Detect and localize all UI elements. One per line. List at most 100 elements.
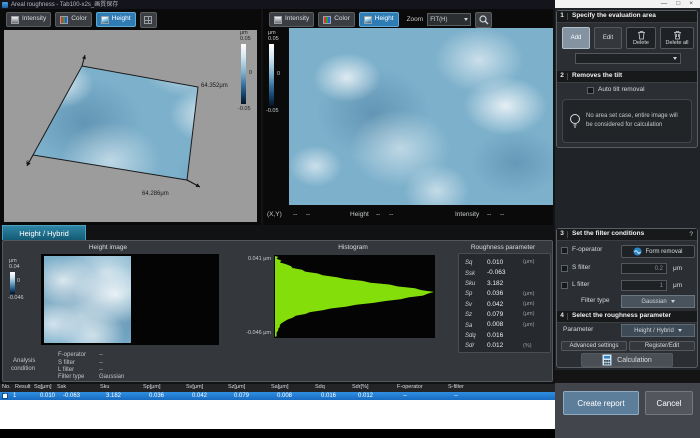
hint-text: No area set case, entire image will be c… — [586, 112, 685, 130]
col-header[interactable]: Sa[μm] — [271, 385, 289, 391]
parameter-dropdown[interactable]: Height / Hybrid — [621, 324, 695, 337]
col-header[interactable]: Result — [15, 385, 31, 391]
axis-label-y: 64.352μm — [201, 83, 228, 89]
param-unit: (μm) — [523, 260, 534, 266]
col-header[interactable]: Sp[μm] — [143, 385, 161, 391]
chevron-down-icon — [464, 18, 468, 21]
histogram-max-label: 0.041 μm — [231, 257, 271, 263]
height-view-button[interactable]: Height — [96, 12, 136, 27]
color-view-button[interactable]: Color — [55, 12, 92, 27]
param-unit: (μm) — [523, 292, 534, 298]
add-area-button[interactable]: Add — [562, 27, 590, 49]
zoom-select[interactable]: FIT(H) — [427, 13, 471, 26]
help-icon[interactable]: ? — [689, 231, 697, 238]
step1-title: Specify the evaluation area — [568, 13, 656, 20]
f-operator-label: F-operator — [572, 247, 602, 254]
surface-3d-view[interactable]: 64.352μm 64.286μm 0 μm 0.05 0 -0.05 — [4, 30, 257, 222]
col-header[interactable]: Sv[μm] — [186, 385, 203, 391]
form-removal-button[interactable]: Form removal — [621, 245, 695, 258]
create-report-button[interactable]: Create report — [563, 391, 639, 415]
form-removal-label: Form removal — [645, 249, 682, 255]
advanced-settings-button[interactable]: Advanced settings — [561, 341, 627, 351]
tab-height-hybrid-label: Height / Hybrid — [19, 229, 69, 238]
colorbar-2d-gradient — [269, 44, 274, 106]
col-header[interactable]: S-filter — [448, 385, 464, 391]
edit-area-button[interactable]: Edit — [594, 27, 622, 49]
area-select-dropdown[interactable] — [575, 53, 681, 64]
height-view-button-2d[interactable]: Height — [359, 12, 399, 27]
s-filter-checkbox[interactable] — [561, 265, 568, 272]
roughness-parameter-box: Sq0.010(μm) Ssk-0.063 Sku3.182 Sp0.036(μ… — [458, 253, 551, 353]
footer-panel: Create report Cancel — [555, 383, 700, 438]
param-name: Sa — [459, 323, 487, 329]
param-value: 0.008 — [487, 322, 523, 329]
display-settings-button[interactable] — [140, 12, 157, 28]
col-header[interactable]: Sdq — [315, 385, 325, 391]
maximize-button[interactable]: □ — [676, 1, 680, 8]
row-cell: 0.079 — [234, 393, 249, 399]
step3-header: 3 Set the filter conditions ? — [557, 229, 697, 241]
intensity-view-button[interactable]: Intensity — [6, 12, 51, 27]
delete-area-button[interactable]: Delete — [626, 27, 656, 49]
col-header[interactable]: Sq[μm] — [34, 385, 52, 391]
col-header[interactable]: Sku — [100, 385, 109, 391]
viewer-3d-panel: Intensity Color Height — [0, 9, 261, 225]
viewer-3d-toolbar: Intensity Color Height — [0, 9, 261, 28]
l-filter-value: 1 — [660, 283, 663, 289]
filter-type-dropdown[interactable]: Gaussian — [621, 295, 695, 308]
cond-name: S filter — [58, 360, 75, 366]
color-view-button-2d[interactable]: Color — [318, 12, 355, 27]
cond-value: -- — [99, 367, 103, 373]
colorbar-3d: μm 0.05 0 -0.05 — [238, 31, 257, 117]
cond-name: Filter type — [58, 374, 84, 380]
row-checkbox[interactable]: ✓ — [2, 393, 8, 399]
colorbar-analysis-max: 0.04 — [9, 265, 20, 271]
magnifier-button[interactable] — [475, 12, 492, 28]
calculation-button[interactable]: Calculation — [581, 353, 673, 367]
form-removal-icon — [633, 247, 642, 256]
param-value: -0.063 — [487, 270, 523, 277]
minimize-button[interactable]: — — [661, 1, 668, 8]
color-icon — [60, 16, 68, 24]
window-controls: — □ × — [555, 0, 700, 8]
cond-name: F-operator — [58, 352, 86, 358]
col-header[interactable]: Sz[μm] — [228, 385, 245, 391]
height-map-2d-view[interactable] — [289, 28, 553, 205]
register-edit-button[interactable]: Register/Edit — [629, 341, 695, 351]
close-button[interactable]: × — [689, 1, 693, 8]
cancel-button[interactable]: Cancel — [645, 391, 693, 415]
col-header[interactable]: Sdr[%] — [352, 385, 369, 391]
delete-all-areas-button[interactable]: Delete all — [660, 27, 694, 49]
table-row[interactable]: ✓ 1 0.010 -0.063 3.182 0.036 0.042 0.079… — [0, 392, 555, 400]
parameter-value: Height / Hybrid — [634, 328, 674, 334]
l-filter-checkbox[interactable] — [561, 282, 568, 289]
l-filter-input[interactable]: 1 — [621, 280, 667, 291]
col-header[interactable]: Ssk — [57, 385, 66, 391]
intensity-view-label: Intensity — [22, 16, 46, 23]
param-name: Ssk — [459, 271, 487, 277]
step4-title: Select the roughness parameter — [568, 313, 671, 320]
param-value: 0.042 — [487, 302, 523, 309]
register-edit-label: Register/Edit — [645, 343, 679, 349]
s-filter-input[interactable]: 0.2 — [621, 263, 667, 274]
auto-tilt-row: Auto tilt removal — [587, 87, 645, 94]
auto-tilt-label: Auto tilt removal — [598, 87, 645, 94]
tab-height-hybrid[interactable]: Height / Hybrid — [2, 225, 86, 240]
intensity-view-button-2d[interactable]: Intensity — [269, 12, 314, 27]
xy-readout-v1: -- — [293, 211, 297, 218]
step4-number: 4 — [557, 313, 568, 320]
auto-tilt-checkbox[interactable] — [587, 87, 594, 94]
step2-number: 2 — [557, 73, 568, 80]
intensity-readout-v1: -- — [487, 211, 491, 218]
axes-3d-overlay — [4, 30, 257, 222]
f-operator-checkbox[interactable] — [561, 247, 568, 254]
col-header[interactable]: No. — [2, 385, 11, 391]
delete-area-label: Delete — [633, 41, 649, 47]
height-icon — [364, 16, 372, 24]
param-value: 0.012 — [487, 343, 523, 350]
height-view-label-2d: Height — [375, 16, 394, 23]
step-group-3-4: 3 Set the filter conditions ? F-operator… — [556, 228, 698, 368]
col-header[interactable]: F-operator — [397, 385, 423, 391]
height-image-canvas[interactable] — [41, 254, 219, 345]
colorbar-analysis-mid: 0 — [17, 279, 20, 285]
